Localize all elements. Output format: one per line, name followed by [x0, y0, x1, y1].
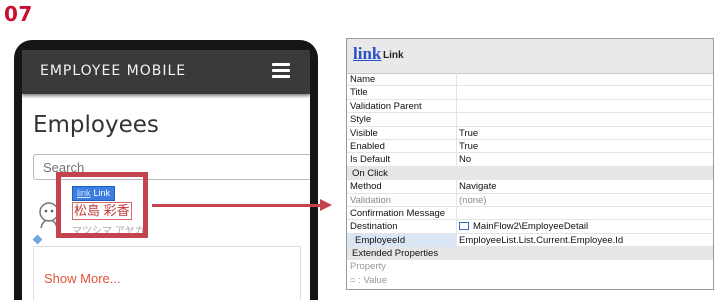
list-marker-icon [32, 234, 43, 245]
app-title: EMPLOYEE MOBILE [40, 63, 187, 79]
property-row-employee-id[interactable]: EmployeeId EmployeeList.List.Current.Empl… [347, 233, 713, 248]
property-row-validation[interactable]: Validation (none) [347, 193, 713, 207]
property-row-confirmation-message[interactable]: Confirmation Message [347, 206, 713, 221]
property-row-method[interactable]: Method Navigate [347, 180, 713, 194]
section-extended-properties[interactable]: Extended Properties [347, 247, 713, 261]
extended-property-placeholder[interactable]: Property [347, 260, 713, 273]
properties-header: link Link [347, 39, 713, 74]
property-row-enabled[interactable]: Enabled True [347, 139, 713, 154]
extended-value-placeholder[interactable]: = : Value [347, 274, 713, 287]
property-row-style[interactable]: Style [347, 113, 713, 127]
properties-panel: link Link Name Title Validation Parent S… [346, 38, 714, 290]
menu-icon[interactable] [272, 63, 290, 79]
show-more-box: Show More... [33, 246, 301, 300]
app-bar: EMPLOYEE MOBILE [22, 50, 310, 94]
property-row-visible[interactable]: Visible True [347, 126, 713, 140]
step-number: 07 [4, 2, 33, 26]
show-more-link[interactable]: Show More... [44, 271, 121, 286]
screen-icon [459, 221, 469, 230]
callout-arrow-head-icon [320, 199, 332, 211]
destination-value: MainFlow2\EmployeeDetail [473, 221, 589, 233]
phone-mockup: EMPLOYEE MOBILE Employees linkLink 松島 彩香… [14, 40, 318, 300]
property-grid: Name Title Validation Parent Style Visib… [347, 73, 713, 287]
property-row-name[interactable]: Name [347, 73, 713, 87]
widget-type-name: Link [383, 50, 404, 61]
property-row-destination[interactable]: Destination MainFlow2\EmployeeDetail [347, 220, 713, 234]
callout-arrow-line [152, 204, 322, 207]
page-title: Employees [33, 112, 159, 138]
property-row-is-default[interactable]: Is Default No [347, 153, 713, 167]
property-row-validation-parent[interactable]: Validation Parent [347, 99, 713, 114]
property-row-title[interactable]: Title [347, 86, 713, 100]
link-widget-type-icon: link [353, 44, 382, 63]
highlight-box [56, 172, 148, 238]
section-on-click[interactable]: On Click [347, 166, 713, 181]
